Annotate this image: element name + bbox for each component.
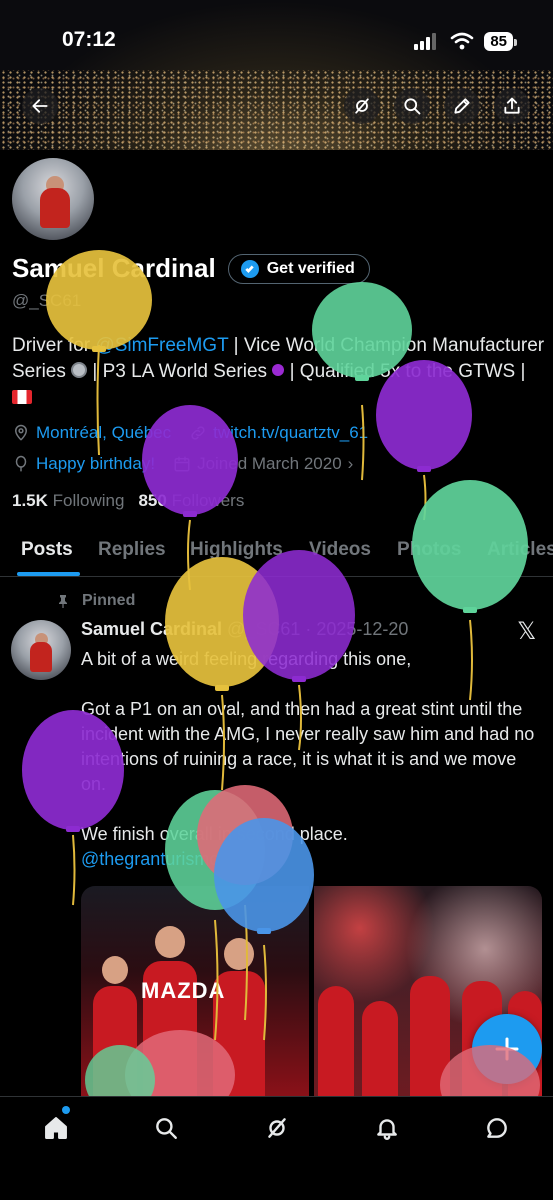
- pencil-icon: [454, 98, 470, 114]
- tab-videos[interactable]: Videos: [309, 539, 371, 561]
- tab-articles[interactable]: Articles: [487, 539, 553, 561]
- media-caption: MAZDA: [141, 978, 226, 1003]
- compose-post-button[interactable]: [472, 1014, 542, 1084]
- post-author-handle[interactable]: @_SC61: [227, 619, 300, 640]
- back-button[interactable]: [22, 88, 58, 124]
- search-button[interactable]: [394, 88, 430, 124]
- bio-mention-link[interactable]: @SimFreeMGT: [95, 335, 228, 356]
- post-author-avatar[interactable]: [11, 620, 71, 680]
- post-paragraph: Got a P1 on an oval, and then had a grea…: [81, 699, 535, 794]
- nav-grok-button[interactable]: [262, 1113, 292, 1143]
- post-date[interactable]: 2025-12-20: [316, 619, 408, 640]
- tab-replies[interactable]: Replies: [98, 539, 166, 561]
- tab-highlights[interactable]: Highlights: [190, 539, 283, 561]
- status-bar: 07:12 85: [0, 0, 553, 82]
- post-paragraph: We finish overall in second place.: [81, 824, 348, 844]
- home-notification-dot: [62, 1106, 70, 1114]
- plus-icon: [495, 1037, 519, 1061]
- profile-website-link[interactable]: twitch.tv/quartztv_61: [213, 423, 368, 443]
- location-pin-icon: [15, 424, 27, 441]
- profile-bio: Driver for @SimFreeMGT | Vice World Cham…: [12, 333, 547, 411]
- search-icon: [156, 1118, 177, 1139]
- profile-name: Samuel Cardinal: [12, 253, 216, 283]
- post-separator: ·: [305, 619, 312, 639]
- profile-meta-location-row: Montréal, Québec twitch.tv/quartztv_61: [12, 423, 368, 443]
- nav-notifications-button[interactable]: [372, 1113, 402, 1143]
- canada-flag-icon: [12, 390, 32, 404]
- profile-handle: @_SC61: [12, 291, 82, 310]
- post-author-name[interactable]: Samuel Cardinal: [81, 619, 222, 640]
- post-media-image-1[interactable]: MAZDA: [81, 886, 309, 1096]
- grok-icon: [268, 1118, 286, 1138]
- home-icon: [45, 1117, 67, 1139]
- bell-icon: [377, 1119, 397, 1140]
- get-verified-label: Get verified: [266, 259, 355, 277]
- profile-meta-dates-row: Happy birthday! Joined March 2020 ›: [12, 454, 353, 474]
- wifi-icon: [451, 32, 474, 50]
- followers-link[interactable]: 850 Followers: [138, 491, 244, 511]
- nav-home-button[interactable]: [41, 1113, 71, 1143]
- status-indicators: 85: [414, 31, 517, 51]
- message-icon: [487, 1118, 507, 1138]
- profile-tabs: Posts Replies Highlights Videos Photos A…: [0, 530, 553, 577]
- post-text[interactable]: A bit of a weird feeling regarding this …: [81, 647, 541, 872]
- pin-icon: [59, 595, 67, 608]
- silver-medal-icon: [71, 362, 88, 378]
- signal-icon: [414, 33, 437, 50]
- profile-avatar[interactable]: [9, 155, 97, 243]
- nav-messages-button[interactable]: [482, 1113, 512, 1143]
- share-button[interactable]: [494, 88, 530, 124]
- active-tab-indicator: [17, 572, 80, 576]
- post-paragraph: A bit of a weird feeling regarding this …: [81, 649, 412, 669]
- arrow-left-icon: [32, 99, 48, 113]
- share-icon: [504, 97, 520, 114]
- grok-icon: [355, 98, 369, 114]
- profile-name-row: Samuel Cardinal Get verified: [12, 253, 370, 284]
- pinned-label: Pinned: [82, 592, 136, 609]
- grok-button[interactable]: [344, 88, 380, 124]
- post-header: Samuel Cardinal @_SC61 · 2025-12-20: [81, 619, 408, 640]
- edit-profile-button[interactable]: [444, 88, 480, 124]
- follow-counts: 1.5K Following 850 Followers: [12, 491, 244, 511]
- following-link[interactable]: 1.5K Following: [12, 491, 124, 511]
- battery-indicator: 85: [484, 31, 517, 51]
- emoji-icon: [272, 364, 285, 376]
- link-icon: [191, 426, 205, 440]
- search-icon: [404, 98, 421, 115]
- get-verified-button[interactable]: Get verified: [227, 253, 370, 284]
- post-mention-link[interactable]: @thegranturismo: [81, 849, 219, 869]
- balloon-icon: [15, 455, 27, 472]
- joined-date: Joined March 2020: [197, 454, 342, 473]
- tab-photos[interactable]: Photos: [397, 539, 461, 561]
- x-logo-icon: 𝕏: [517, 617, 537, 645]
- verified-badge-icon: [240, 259, 259, 278]
- birthday-label[interactable]: Happy birthday!: [36, 454, 155, 474]
- bottom-navigation: [0, 1096, 553, 1200]
- profile-location[interactable]: Montréal, Québec: [36, 423, 171, 443]
- calendar-icon: [174, 456, 190, 472]
- status-time: 07:12: [62, 28, 116, 51]
- tab-posts[interactable]: Posts: [21, 539, 73, 561]
- pinned-label-row: Pinned: [56, 592, 135, 610]
- nav-search-button[interactable]: [151, 1113, 181, 1143]
- chevron-right-icon[interactable]: ›: [348, 454, 354, 474]
